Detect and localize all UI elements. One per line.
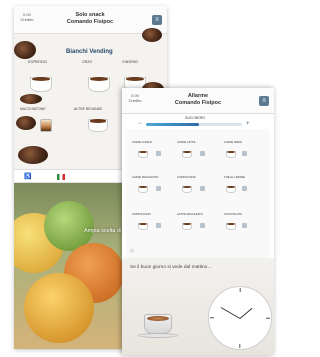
front-phone-screen: 0.00 Credito Allarme Comando Fisipoc ≡ Z… (122, 88, 274, 355)
coffee-cup-image (226, 220, 236, 230)
menu-button[interactable]: ≡ (259, 96, 269, 106)
beverage-cup-image (88, 114, 108, 132)
credit-caption: Credito (20, 17, 34, 22)
credit-display: 0.00 Credito (18, 12, 36, 22)
promo-text: Se il buon giorno si vede dal mattino... (130, 265, 212, 270)
info-icon[interactable] (200, 151, 205, 156)
product-label: THE AL LIMONE (224, 175, 246, 179)
product-label: CAPPUCCINO (177, 175, 196, 179)
category-title: Bianchi Vending (66, 49, 113, 55)
coffee-cup-image (138, 220, 148, 230)
info-icon[interactable] (200, 223, 205, 228)
brand-line-2: Comando Fisipoc (66, 19, 114, 25)
coffee-cup-image (226, 148, 236, 158)
promo-panel: Se il buon giorno si vede dal mattino... (122, 258, 274, 355)
sugar-slider-fill (146, 123, 199, 126)
coffee-cup-image (226, 183, 236, 193)
brand-line-1: Allarme (187, 93, 209, 99)
espresso-cup-image (138, 314, 178, 338)
home-icon[interactable]: ⌂ (130, 248, 134, 254)
menu-button[interactable]: ≡ (152, 15, 162, 25)
brand-line-1: Solo snack (75, 12, 105, 18)
product-label: CAPPUCCINO (132, 212, 151, 216)
coffee-beans-image (142, 28, 162, 42)
product-label: CAFFE MACCHIATO (132, 175, 159, 179)
tile-label: GINSENG (122, 60, 139, 64)
brand-title: Solo snack Comando Fisipoc (50, 12, 130, 26)
clock-image (208, 286, 272, 350)
sugar-increase-button[interactable]: + (246, 121, 250, 127)
macchiatone-glass-image (40, 114, 52, 132)
coffee-cup-image (182, 183, 192, 193)
info-icon[interactable] (242, 186, 247, 191)
accessibility-icon[interactable]: ♿ (24, 173, 31, 180)
coffee-beans-image (16, 116, 36, 130)
info-icon[interactable] (242, 151, 247, 156)
sugar-label: ZUCCHERO (185, 116, 205, 120)
sugar-decrease-button[interactable]: − (138, 121, 142, 127)
espresso-cup-image (30, 70, 52, 92)
fruit-image (24, 273, 94, 343)
brand-title: Allarme Comando Fisipoc (158, 93, 238, 107)
product-label: CAFFE LUNGO (132, 140, 152, 144)
coffee-beans-image (18, 146, 48, 164)
tile-label: ORZO (82, 60, 93, 64)
info-icon[interactable] (242, 223, 247, 228)
tile-label: MACCHIATONE (20, 107, 46, 111)
coffee-beans-image (20, 94, 42, 104)
product-label: CIOCCOLATA (224, 212, 242, 216)
tile-label: ESPRESSO (28, 60, 48, 64)
header: 0.00 Credito Allarme Comando Fisipoc ≡ (122, 88, 274, 114)
orzo-cup-image (88, 70, 110, 92)
product-label: LATTE MACCHIATO (177, 212, 203, 216)
info-icon[interactable] (156, 223, 161, 228)
coffee-cup-image (138, 183, 148, 193)
credit-caption: Credito (128, 98, 142, 103)
coffee-cup-image (138, 148, 148, 158)
coffee-beans-image (14, 41, 36, 59)
tile-label: ALTRE BEVANDE (74, 107, 103, 111)
brand-line-2: Comando Fisipoc (174, 100, 222, 106)
coffee-cup-image (182, 220, 192, 230)
info-icon[interactable] (156, 151, 161, 156)
sugar-slider[interactable] (146, 123, 242, 126)
credit-display: 0.00 Credito (126, 93, 144, 103)
product-label: CAFFE LATTE (177, 140, 196, 144)
italian-flag-icon[interactable] (57, 174, 65, 180)
coffee-cup-image (182, 148, 192, 158)
info-icon[interactable] (156, 186, 161, 191)
product-label: CAFFE ORZO (224, 140, 243, 144)
info-icon[interactable] (200, 186, 205, 191)
